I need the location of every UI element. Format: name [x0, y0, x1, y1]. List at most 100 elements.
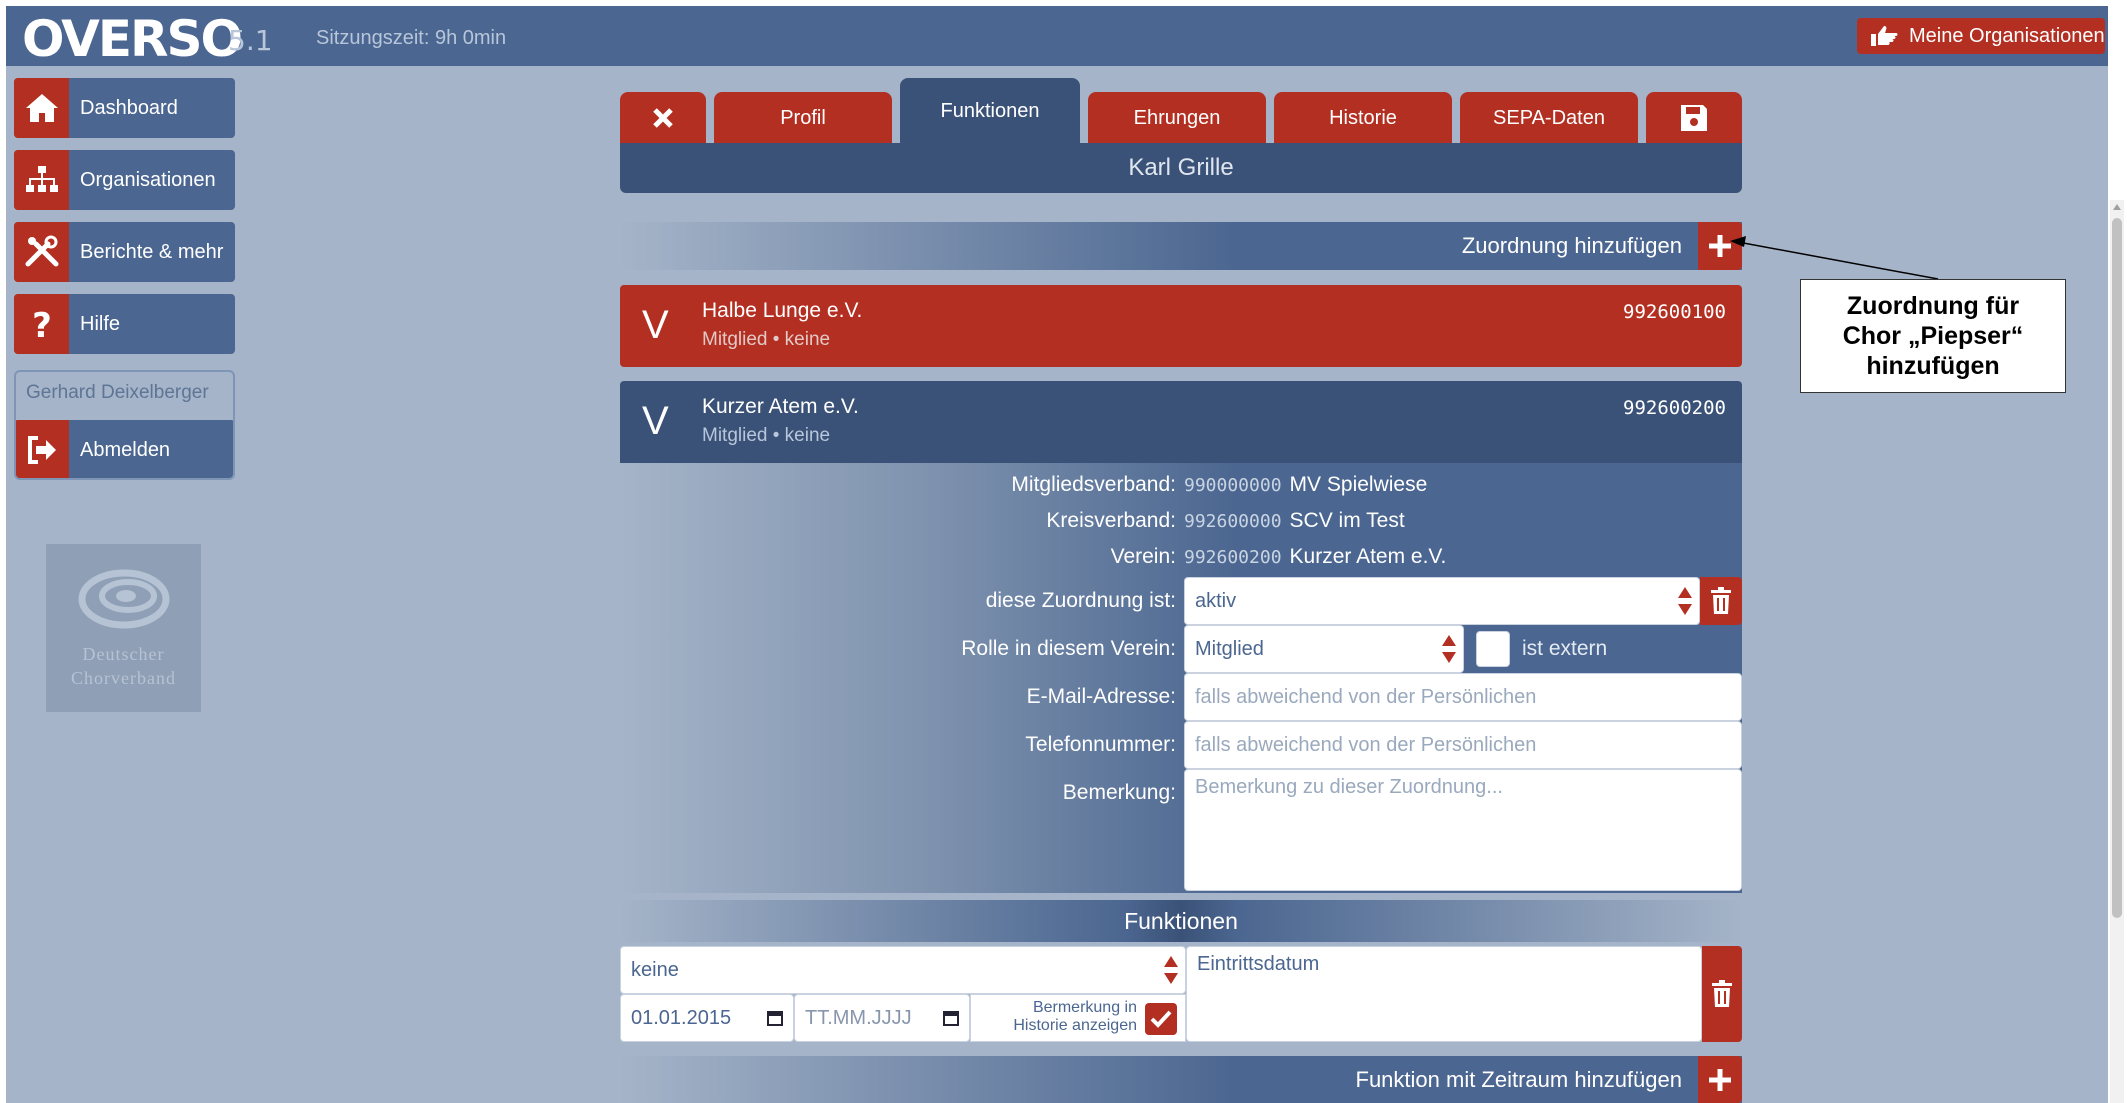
callout-line3: hinzufügen — [1866, 352, 2000, 380]
save-icon — [1681, 105, 1707, 131]
scroll-up-icon[interactable] — [2113, 204, 2121, 210]
plus-icon — [1709, 1068, 1731, 1091]
app-version: 5.1 — [228, 24, 273, 57]
scrollbar[interactable] — [2110, 200, 2124, 1103]
tab-label: SEPA-Daten — [1493, 106, 1605, 129]
email-field[interactable]: falls abweichend von der Persönlichen — [1184, 673, 1742, 721]
dcv-logo-line1: Deutscher — [82, 644, 165, 664]
history-option-label: Bermerkung in Historie anzeigen — [977, 999, 1137, 1035]
status-value: aktiv — [1195, 589, 1237, 612]
sign-out-icon — [27, 436, 56, 464]
select-arrows-icon — [1678, 587, 1692, 615]
tab-funktionen[interactable]: Funktionen — [900, 78, 1080, 144]
verein-value: 992600200 Kurzer Atem e.V. — [1184, 545, 1446, 569]
logout-label: Abmelden — [80, 438, 171, 461]
function-select[interactable]: keine — [620, 946, 1186, 994]
app-logo[interactable]: OVERSO — [22, 10, 243, 68]
plus-icon — [1709, 235, 1731, 257]
status-select[interactable]: aktiv — [1184, 577, 1700, 625]
role-label: Rolle in diesem Verein: — [961, 637, 1176, 660]
callout-line2: Chor „Piepser“ — [1842, 322, 2024, 350]
check-icon — [1150, 1010, 1172, 1028]
phone-field[interactable]: falls abweichend von der Persönlichen — [1184, 721, 1742, 769]
add-function-row: Funktion mit Zeitraum hinzufügen — [620, 1056, 1742, 1103]
org-subtitle: Mitglied • keine — [702, 425, 831, 446]
phone-placeholder: falls abweichend von der Persönlichen — [1195, 733, 1537, 756]
home-icon — [25, 94, 58, 122]
sidebar-item-label: Organisationen — [80, 168, 216, 191]
dcv-logo: Deutscher Chorverband — [46, 544, 201, 712]
kreisverband-value: 992600000 SCV im Test — [1184, 509, 1405, 533]
org-name: Halbe Lunge e.V. — [702, 299, 863, 322]
kreisverband-code: 992600000 — [1184, 511, 1282, 532]
tab-historie[interactable]: Historie — [1274, 92, 1452, 144]
add-assignment-label: Zuordnung hinzufügen — [1461, 233, 1682, 258]
app-frame: OVERSO 5.1 Sitzungszeit: 9h 0min Meine O… — [6, 6, 2108, 1103]
tab-label: Ehrungen — [1133, 106, 1221, 129]
tab-ehrungen[interactable]: Ehrungen — [1088, 92, 1266, 144]
tab-label: Historie — [1329, 106, 1397, 129]
save-button[interactable] — [1646, 92, 1742, 144]
top-bar: OVERSO 5.1 Sitzungszeit: 9h 0min Meine O… — [6, 6, 2108, 68]
svg-text:?: ? — [32, 306, 52, 342]
entry-note-value: Eintrittsdatum — [1197, 953, 1320, 975]
note-textarea[interactable]: Bemerkung zu dieser Zuordnung... — [1184, 769, 1742, 891]
sitemap-icon — [25, 166, 58, 192]
sidebar-item-label: Berichte & mehr — [80, 240, 224, 263]
extern-checkbox[interactable] — [1476, 631, 1510, 667]
calendar-icon — [943, 1011, 959, 1026]
tab-sepa-daten[interactable]: SEPA-Daten — [1460, 92, 1638, 144]
tab-label: Funktionen — [940, 99, 1040, 122]
add-function-button[interactable] — [1698, 1056, 1742, 1103]
sidebar-item-berichte[interactable]: Berichte & mehr — [14, 222, 235, 282]
sidebar-item-dashboard[interactable]: Dashboard — [14, 78, 235, 138]
note-label: Bemerkung: — [1062, 781, 1176, 804]
role-select[interactable]: Mitglied — [1184, 625, 1464, 673]
scrollbar-thumb[interactable] — [2112, 218, 2122, 918]
add-assignment-button[interactable] — [1698, 222, 1742, 270]
note-placeholder: Bemerkung zu dieser Zuordnung... — [1195, 776, 1503, 798]
verein-label: Verein: — [1110, 545, 1176, 568]
person-name: Karl Grille — [620, 143, 1742, 193]
mitgliedsverband-label: Mitgliedsverband: — [1011, 473, 1176, 496]
end-date-field[interactable]: TT.MM.JJJJ — [794, 994, 970, 1042]
delete-assignment-button[interactable] — [1700, 577, 1742, 625]
assignment-details: Mitgliedsverband: 990000000 MV Spielwiese… — [620, 463, 1742, 893]
hand-point-icon — [1871, 26, 1898, 46]
sidebar-item-label: Hilfe — [80, 312, 121, 335]
sidebar-item-hilfe[interactable]: ? Hilfe — [14, 294, 235, 354]
function-value: keine — [631, 958, 679, 981]
session-time: Sitzungszeit: 9h 0min — [316, 27, 507, 49]
logout-button[interactable]: Abmelden — [16, 420, 233, 478]
user-name: Gerhard Deixelberger — [26, 382, 209, 403]
end-date-placeholder: TT.MM.JJJJ — [805, 1006, 912, 1029]
org-type-letter: V — [642, 303, 669, 347]
kreisverband-label: Kreisverband: — [1046, 509, 1176, 532]
email-placeholder: falls abweichend von der Persönlichen — [1195, 685, 1537, 708]
close-icon — [653, 108, 673, 128]
org-type-letter: V — [642, 399, 669, 443]
tab-profil[interactable]: Profil — [714, 92, 892, 144]
email-label: E-Mail-Adresse: — [1026, 685, 1176, 708]
my-organisations-label: Meine Organisationen — [1909, 24, 2105, 47]
entry-note-field[interactable]: Eintrittsdatum — [1186, 946, 1702, 1042]
status-label: diese Zuordnung ist: — [985, 589, 1176, 612]
start-date-field[interactable]: 01.01.2015 — [620, 994, 794, 1042]
mitgliedsverband-code: 990000000 — [1184, 475, 1282, 496]
org-card-kurzer-atem[interactable]: V Kurzer Atem e.V. Mitglied • keine 9926… — [620, 381, 1742, 463]
sidebar-item-organisationen[interactable]: Organisationen — [14, 150, 235, 210]
org-card-halbe-lunge[interactable]: V Halbe Lunge e.V. Mitglied • keine 9926… — [620, 285, 1742, 367]
my-organisations-button[interactable]: Meine Organisationen — [1857, 18, 2105, 54]
verein-name: Kurzer Atem e.V. — [1289, 545, 1447, 568]
delete-function-button[interactable] — [1702, 946, 1742, 1042]
trash-icon — [1711, 587, 1731, 614]
extern-label: ist extern — [1522, 637, 1608, 660]
history-checkbox[interactable] — [1145, 1003, 1177, 1035]
mitgliedsverband-value: 990000000 MV Spielwiese — [1184, 473, 1427, 497]
functions-header: Funktionen — [620, 900, 1742, 942]
select-arrows-icon — [1442, 635, 1456, 663]
start-date-value: 01.01.2015 — [631, 1006, 732, 1029]
annotation-callout: Zuordnung für Chor „Piepser“ hinzufügen — [1800, 279, 2066, 393]
add-assignment-row: Zuordnung hinzufügen — [620, 222, 1742, 270]
close-button[interactable] — [620, 92, 706, 144]
